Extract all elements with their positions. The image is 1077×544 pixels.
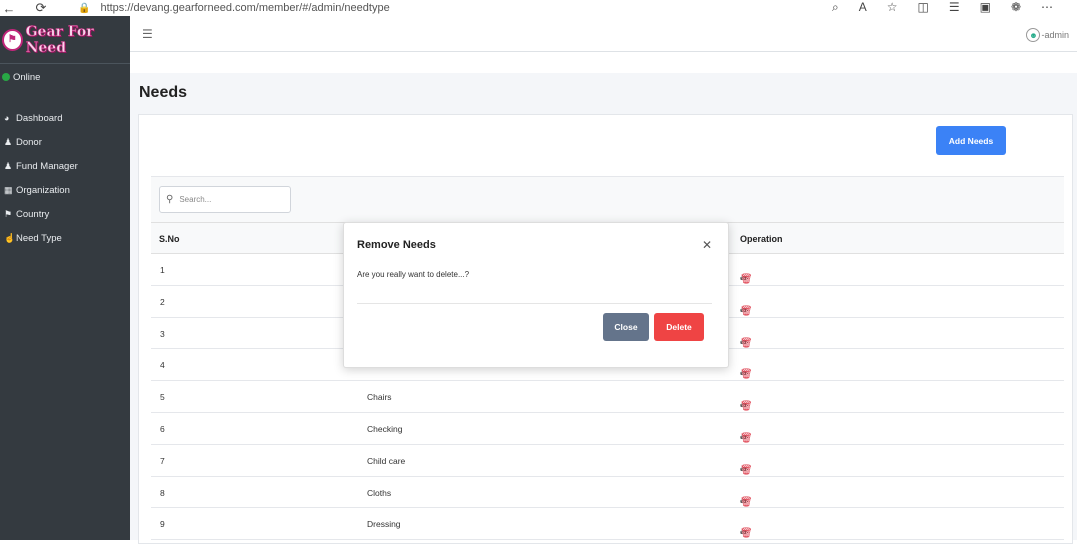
delete-icon[interactable]: 🗑 <box>740 497 753 508</box>
split-screen-icon[interactable]: ◫ <box>917 0 928 15</box>
brand-logo[interactable]: ⚑ Gear For Need <box>0 16 130 64</box>
delete-button[interactable]: Delete <box>654 313 704 341</box>
cell-sno: 2 <box>160 296 165 307</box>
delete-icon[interactable]: 🗑 <box>740 274 753 285</box>
cell-sno: 9 <box>160 519 165 530</box>
read-aloud-icon[interactable]: A <box>859 0 867 15</box>
cell-sno: 8 <box>160 487 165 498</box>
delete-icon[interactable]: 🗑 <box>740 465 753 476</box>
user-icon: ♟ <box>4 160 13 171</box>
sidebar-item-label: Dashboard <box>16 112 63 124</box>
status-text: Online <box>13 71 41 83</box>
cell-sno: 3 <box>160 328 165 339</box>
sidebar-item-country[interactable]: ⚑ Country <box>0 202 130 226</box>
more-icon[interactable]: ⋯ <box>1041 0 1053 15</box>
close-icon[interactable]: ✕ <box>702 238 712 252</box>
sidebar-item-label: Need Type <box>16 232 62 244</box>
cell-sno: 6 <box>160 423 165 434</box>
cell-name: Child care <box>367 455 406 466</box>
sidebar-item-organization[interactable]: ▦ Organization <box>0 178 130 202</box>
delete-icon[interactable]: 🗑 <box>740 338 753 349</box>
remove-needs-modal: Remove Needs ✕ Are you really want to de… <box>343 222 729 368</box>
cell-sno: 5 <box>160 392 165 403</box>
delete-icon[interactable]: 🗑 <box>740 306 753 317</box>
flag-icon: ⚑ <box>4 208 13 219</box>
close-button[interactable]: Close <box>603 313 649 341</box>
sidebar: ⚑ Gear For Need Online ◕ Dashboard ♟ Don… <box>0 16 130 540</box>
search-icon: ⚲ <box>166 194 174 205</box>
delete-icon[interactable]: 🗑 <box>740 433 753 444</box>
table-row: 8 Cloths ✏ 🗑 <box>151 477 1064 509</box>
table-row: 5 Chairs ✏ 🗑 <box>151 381 1064 413</box>
sidebar-item-need-type[interactable]: ☝ Need Type <box>0 226 130 250</box>
browser-tools: ⌕ A ☆ ◫ ☰ ▣ ❁ ⋯ <box>832 0 1053 15</box>
sidebar-item-dashboard[interactable]: ◕ Dashboard <box>0 106 130 130</box>
sidebar-item-label: Country <box>16 208 50 220</box>
sidebar-item-fund-manager[interactable]: ♟ Fund Manager <box>0 154 130 178</box>
table-row: 6 Checking ✏ 🗑 <box>151 413 1064 445</box>
user-menu[interactable]: ☻ - admin <box>1026 28 1069 42</box>
collections-icon[interactable]: ▣ <box>980 0 991 15</box>
browser-bar: ← ⟳ 🔒 https://devang.gearforneed.com/mem… <box>0 0 1077 16</box>
table-row: 7 Child care ✏ 🗑 <box>151 445 1064 477</box>
zoom-icon[interactable]: ⌕ <box>832 0 839 15</box>
sidebar-item-donor[interactable]: ♟ Donor <box>0 130 130 154</box>
modal-title: Remove Needs <box>357 239 436 251</box>
back-icon[interactable]: ← <box>2 1 16 16</box>
favorites-list-icon[interactable]: ☰ <box>949 0 960 15</box>
sidebar-menu: ◕ Dashboard ♟ Donor ♟ Fund Manager ▦ Org… <box>0 106 130 250</box>
user-name: admin <box>1044 30 1069 40</box>
address-bar[interactable]: https://devang.gearforneed.com/member/#/… <box>100 2 389 14</box>
favorite-icon[interactable]: ☆ <box>887 0 898 15</box>
hamburger-menu-icon[interactable]: ☰ <box>142 27 153 41</box>
avatar: ☻ <box>1026 28 1041 42</box>
cell-sno: 1 <box>160 265 165 275</box>
cell-name: Dressing <box>367 519 401 530</box>
modal-divider <box>357 303 712 304</box>
cell-sno: 7 <box>160 455 165 466</box>
brand-name: Gear For Need <box>25 23 94 56</box>
user-status: Online <box>0 66 130 88</box>
modal-message: Are you really want to delete...? <box>357 270 470 279</box>
sitemap-icon: ▦ <box>4 184 13 195</box>
chart-pie-icon: ◕ <box>4 113 10 123</box>
page-title: Needs <box>139 84 188 101</box>
sidebar-item-label: Fund Manager <box>16 160 78 172</box>
table-toolbar: ⚲ Search... <box>151 176 1064 222</box>
column-header-operation[interactable]: Operation <box>740 234 783 244</box>
top-header: ☰ ☻ - admin <box>130 16 1077 52</box>
search-placeholder: Search... <box>179 195 212 204</box>
extensions-icon[interactable]: ❁ <box>1011 0 1021 15</box>
table-row: 9 Dressing ✏ 🗑 <box>151 508 1064 541</box>
hand-holding-icon: ☝ <box>4 232 16 243</box>
cell-sno: 4 <box>160 360 165 371</box>
add-needs-button[interactable]: Add Needs <box>936 126 1006 155</box>
column-header-sno[interactable]: S.No <box>159 234 180 244</box>
refresh-icon[interactable]: ⟳ <box>34 0 48 15</box>
lock-icon[interactable]: 🔒 <box>78 3 90 14</box>
search-input[interactable]: ⚲ Search... <box>159 186 291 213</box>
users-icon: ♟ <box>4 136 13 147</box>
sidebar-item-label: Donor <box>16 136 42 148</box>
sidebar-item-label: Organization <box>16 184 70 196</box>
delete-icon[interactable]: 🗑 <box>740 369 753 380</box>
online-dot-icon <box>2 73 10 81</box>
cell-name: Cloths <box>367 487 392 498</box>
cell-name: Checking <box>367 423 403 434</box>
delete-icon[interactable]: 🗑 <box>740 528 753 539</box>
cell-name: Chairs <box>367 392 392 403</box>
logo-badge-icon: ⚑ <box>2 28 23 51</box>
delete-icon[interactable]: 🗑 <box>740 401 753 412</box>
